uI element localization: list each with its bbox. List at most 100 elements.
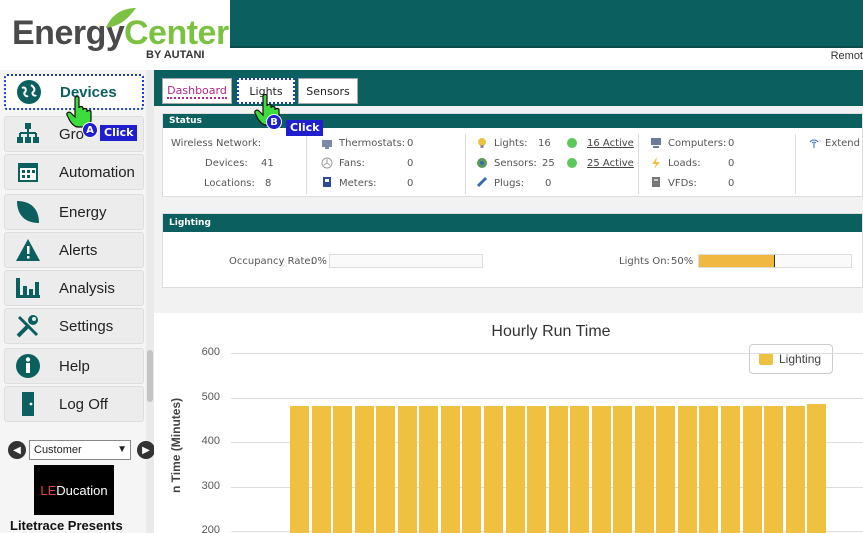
divider [465,134,466,194]
devices-value: 41 [261,158,274,169]
plugs-value: 0 [545,178,552,189]
locations-label: Locations: [204,178,255,189]
sensors-active-link[interactable]: 25 Active [587,158,634,169]
divider [795,134,796,194]
sidebar-item-label: Energy [59,203,107,221]
meter-icon [323,177,331,187]
chart-bar[interactable] [354,406,374,533]
chart-bar[interactable] [807,404,827,533]
sidebar-scrollbar[interactable] [146,70,154,533]
lights-active-link[interactable]: 16 Active [587,138,634,149]
chart-bar[interactable] [527,406,547,533]
chart-bar[interactable] [397,406,417,533]
litetrace-link[interactable]: Litetrace Presents [10,518,123,533]
chart-bar[interactable] [440,406,460,533]
chart-bar[interactable] [570,406,590,533]
chart-bar[interactable] [721,406,740,533]
tab-sensors[interactable]: Sensors [298,78,358,104]
y-tick-label: 500 [201,390,220,403]
chart-bar[interactable] [376,406,396,533]
tab-dashboard-label: Dashboard [167,83,227,99]
sidebar-item-label: Gro [59,125,85,143]
next-arrow-icon[interactable]: ▶ [137,441,155,459]
chart-legend[interactable]: Lighting [749,344,833,374]
customer-select-value: Customer [34,444,82,456]
sidebar-item-help[interactable]: Help [4,348,144,384]
chart-bar[interactable] [742,406,762,533]
sidebar-item-label: Log Off [59,395,108,413]
chart-bar[interactable] [548,406,568,533]
led-logo-rest: Ducation [56,482,108,498]
loads-value: 0 [728,158,735,169]
occupancy-rate-label: Occupancy Rate: [229,256,314,267]
sidebar-item-energy[interactable]: Energy [4,194,144,230]
divider [306,134,307,194]
lights-on-label: Lights On: [619,256,670,267]
sidebar-item-alerts[interactable]: Alerts [4,232,144,268]
prev-arrow-icon[interactable]: ◀ [8,441,26,459]
chart-bar[interactable] [634,406,654,533]
badge-b: B [266,114,282,130]
chart-bar[interactable] [483,406,503,533]
remote-link[interactable]: Remot [831,50,863,62]
chart-bar[interactable] [785,406,805,533]
lights-on-fill [699,255,775,267]
chart-bar[interactable] [505,406,525,533]
led-logo-le: LE [40,482,57,498]
click-label-b: Click [286,120,324,136]
chart-bar[interactable] [333,406,353,533]
sensor-icon [477,158,487,168]
chart-bar[interactable] [311,406,331,533]
sidebar-item-label: Automation [59,163,135,181]
chart-bar[interactable] [677,406,697,533]
app-header: Energy Center BY AUTANI Remot [0,0,863,68]
chart-bar[interactable] [699,406,719,533]
info-icon [13,351,43,381]
chart-bar[interactable] [462,406,482,533]
chart-bar[interactable] [764,406,784,533]
lightning-icon [652,157,660,169]
chart-bar[interactable] [419,406,439,533]
divider [638,134,639,194]
extend-label: Extend [825,138,860,149]
plugs-label: Plugs: [494,178,525,189]
sidebar-item-analysis[interactable]: Analysis [4,270,144,306]
sidebar-item-settings[interactable]: Settings [4,308,144,344]
vfds-value: 0 [728,178,735,189]
header-bar [230,0,863,48]
tab-sensors-label: Sensors [306,84,350,98]
energycenter-logo[interactable]: Energy Center BY AUTANI [8,6,232,64]
chart-bar[interactable] [591,406,611,533]
vfds-label: VFDs: [668,178,697,189]
y-tick-label: 400 [201,435,220,447]
customer-select[interactable]: Customer ▼ [29,440,131,460]
scroll-thumb[interactable] [147,350,153,402]
chart-bar[interactable] [613,406,633,533]
thermostat-icon [322,140,332,149]
vfd-icon [652,177,660,187]
sidebar-item-label: Alerts [59,241,98,259]
sidebar-item-label: Settings [59,317,114,335]
fans-label: Fans: [339,158,365,169]
thermostats-label: Thermostats: [339,138,406,149]
bar-chart-icon [13,273,43,303]
y-tick-label: 200 [201,524,220,533]
legend-swatch [759,353,773,365]
chart-title: Hourly Run Time [491,323,611,340]
bulb-icon [478,138,486,148]
sidebar-item-automation[interactable]: Automation [4,154,144,190]
chart-bar[interactable] [290,406,309,533]
meters-value: 0 [407,178,414,189]
sidebar-item-logoff[interactable]: Log Off [4,386,144,422]
chevron-down-icon: ▼ [117,444,127,455]
groups-icon [13,119,43,149]
tab-dashboard[interactable]: Dashboard [162,78,232,104]
antenna-icon [809,139,819,148]
chart-bar[interactable] [656,406,676,533]
globe-icon [14,77,44,107]
logo-center-text: Center [124,14,229,52]
warning-icon [13,235,43,265]
click-label-a: Click [100,125,138,141]
leducation-logo[interactable]: LE Ducation [34,465,114,515]
sidebar-item-label: Help [59,357,90,375]
